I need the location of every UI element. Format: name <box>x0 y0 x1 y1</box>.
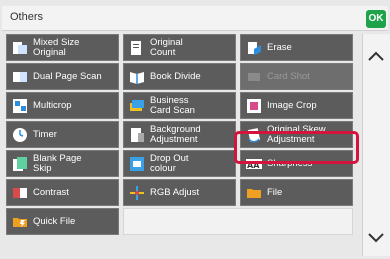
business-card-icon <box>129 98 145 114</box>
timer-button[interactable]: Timer <box>6 121 119 148</box>
book-divide-button[interactable]: Book Divide <box>123 63 236 90</box>
multicrop-icon <box>12 98 28 114</box>
card-shot-label: Card Shot <box>267 70 310 82</box>
scroll-down-icon[interactable] <box>366 230 386 246</box>
blank-page-icon <box>12 156 28 172</box>
background-adjustment-label: Background Adjustment <box>150 123 201 145</box>
multicrop-button[interactable]: Multicrop <box>6 92 119 119</box>
image-crop-label: Image Crop <box>267 99 317 111</box>
mixed-size-original-button[interactable]: Mixed Size Original <box>6 34 119 61</box>
file-icon <box>246 185 262 201</box>
original-count-button[interactable]: Original Count <box>123 34 236 61</box>
background-adjustment-button[interactable]: Background Adjustment <box>123 121 236 148</box>
ok-button[interactable]: OK <box>366 10 386 28</box>
erase-label: Erase <box>267 41 292 53</box>
business-card-scan-button[interactable]: Business Card Scan <box>123 92 236 119</box>
drop-out-colour-label: Drop Out colour <box>150 152 189 174</box>
quick-file-icon <box>12 214 28 230</box>
image-crop-button[interactable]: Image Crop <box>240 92 353 119</box>
page-title: Others <box>10 11 44 23</box>
mixed-size-original-label: Mixed Size Original <box>33 36 80 58</box>
drop-out-icon <box>129 156 145 172</box>
mixed-size-icon <box>12 40 28 56</box>
rgb-adjust-label: RGB Adjust <box>150 186 200 198</box>
contrast-icon <box>12 185 28 201</box>
book-divide-label: Book Divide <box>150 70 201 82</box>
dual-page-icon <box>12 69 28 85</box>
blank-page-skip-button[interactable]: Blank Page Skip <box>6 150 119 177</box>
drop-out-colour-button[interactable]: Drop Out colour <box>123 150 236 177</box>
highlight-frame <box>234 131 359 164</box>
erase-icon <box>246 40 262 56</box>
blank-page-skip-label: Blank Page Skip <box>33 152 82 174</box>
image-crop-icon <box>246 98 262 114</box>
background-adjust-icon <box>129 127 145 143</box>
card-shot-icon <box>246 69 262 85</box>
erase-button[interactable]: Erase <box>240 34 353 61</box>
quick-file-label: Quick File <box>33 215 76 227</box>
quick-file-button[interactable]: Quick File <box>6 208 119 235</box>
settings-screen: Others OK Mixed Size Original Original C… <box>0 0 390 259</box>
scroll-panel <box>362 34 390 256</box>
dual-page-scan-label: Dual Page Scan <box>33 70 102 82</box>
book-divide-icon <box>129 69 145 85</box>
original-count-label: Original Count <box>150 36 183 58</box>
multicrop-label: Multicrop <box>33 99 72 111</box>
rgb-adjust-button[interactable]: RGB Adjust <box>123 179 236 206</box>
timer-label: Timer <box>33 128 57 140</box>
rgb-adjust-icon <box>129 185 145 201</box>
business-card-scan-label: Business Card Scan <box>150 94 195 116</box>
header-bar: Others OK <box>2 6 388 31</box>
scroll-up-icon[interactable] <box>366 48 386 64</box>
contrast-button[interactable]: Contrast <box>6 179 119 206</box>
file-label: File <box>267 186 283 198</box>
original-count-icon <box>129 40 145 56</box>
empty-slot <box>123 208 353 235</box>
file-button[interactable]: File <box>240 179 353 206</box>
dual-page-scan-button[interactable]: Dual Page Scan <box>6 63 119 90</box>
contrast-label: Contrast <box>33 186 69 198</box>
timer-icon <box>12 127 28 143</box>
card-shot-button: Card Shot <box>240 63 353 90</box>
